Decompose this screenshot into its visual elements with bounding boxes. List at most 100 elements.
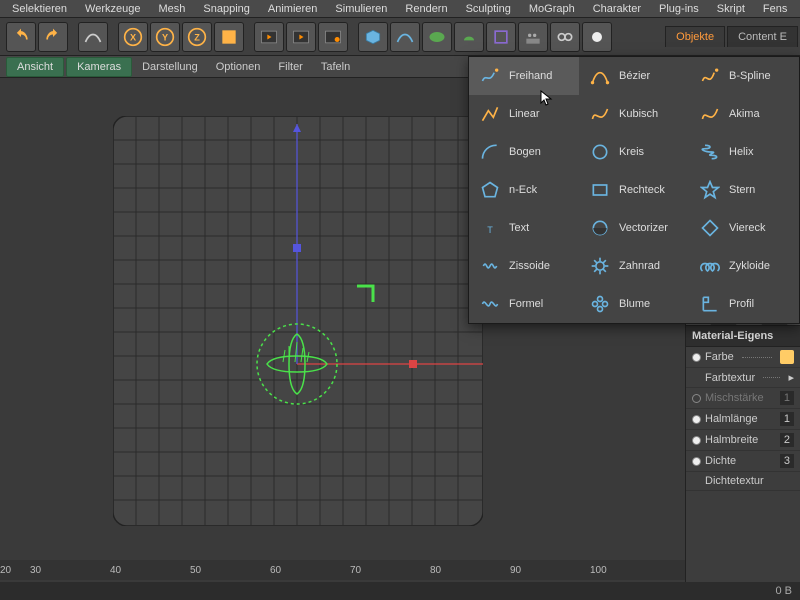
arc-icon: [479, 141, 501, 163]
spline-blume[interactable]: Blume: [579, 285, 689, 323]
spline-bspline[interactable]: B-Spline: [689, 57, 799, 95]
cissoid-icon: [479, 255, 501, 277]
akima-icon: [699, 103, 721, 125]
modeling-button[interactable]: [454, 22, 484, 52]
render-region-button[interactable]: [286, 22, 316, 52]
color-swatch-icon[interactable]: [780, 350, 794, 364]
svg-text:T: T: [487, 225, 493, 235]
svg-text:Z: Z: [194, 32, 200, 42]
prop-farbe[interactable]: Farbe: [686, 347, 800, 368]
menu-fenster[interactable]: Fens: [755, 1, 795, 17]
spline-vectorizer[interactable]: Vectorizer: [579, 209, 689, 247]
main-menu-bar: Selektieren Werkzeuge Mesh Snapping Anim…: [0, 0, 800, 18]
light-button[interactable]: [582, 22, 612, 52]
tab-content[interactable]: Content E: [727, 26, 798, 47]
prop-dichtetextur[interactable]: Dichtetextur: [686, 472, 800, 491]
cubic-icon: [589, 103, 611, 125]
menu-mesh[interactable]: Mesh: [150, 1, 193, 17]
spline-dropdown-button[interactable]: [390, 22, 420, 52]
svg-text:X: X: [130, 32, 137, 42]
svg-text:Y: Y: [162, 32, 168, 42]
spline-bogen[interactable]: Bogen: [469, 133, 579, 171]
vectorizer-icon: [589, 217, 611, 239]
spline-viereck[interactable]: Viereck: [689, 209, 799, 247]
formula-icon: [479, 293, 501, 315]
bezier-icon: [589, 65, 611, 87]
prop-farbtextur[interactable]: Farbtextur▸: [686, 368, 800, 388]
menu-mograph[interactable]: MoGraph: [521, 1, 583, 17]
spline-neck[interactable]: n-Eck: [469, 171, 579, 209]
axis-z-button[interactable]: Z: [182, 22, 212, 52]
spline-zykloide[interactable]: Zykloide: [689, 247, 799, 285]
spline-freihand[interactable]: Freihand: [469, 57, 579, 95]
deformer-button[interactable]: [486, 22, 516, 52]
spline-tool-button[interactable]: [78, 22, 108, 52]
spline-primitive-menu: Freihand Linear Bogen n-Eck TText Zissoi…: [468, 56, 800, 324]
menu-skript[interactable]: Skript: [709, 1, 753, 17]
helix-icon: [699, 141, 721, 163]
text-icon: T: [479, 217, 501, 239]
x-axis-handle: [409, 360, 417, 368]
undo-button[interactable]: [6, 22, 36, 52]
optionen-menu[interactable]: Optionen: [208, 58, 269, 76]
status-size: 0 B: [775, 585, 792, 597]
circle-icon: [589, 141, 611, 163]
spline-profil[interactable]: Profil: [689, 285, 799, 323]
spline-text[interactable]: TText: [469, 209, 579, 247]
menu-sculpting[interactable]: Sculpting: [458, 1, 519, 17]
menu-simulieren[interactable]: Simulieren: [327, 1, 395, 17]
spline-zissoide[interactable]: Zissoide: [469, 247, 579, 285]
spline-akima[interactable]: Akima: [689, 95, 799, 133]
redo-button[interactable]: [38, 22, 68, 52]
filter-menu[interactable]: Filter: [270, 58, 310, 76]
spline-bezier[interactable]: Bézier: [579, 57, 689, 95]
timeline-ruler[interactable]: 20 30 40 50 60 70 80 90 100: [0, 560, 685, 580]
tab-objekte[interactable]: Objekte: [665, 26, 725, 47]
menu-werkzeuge[interactable]: Werkzeuge: [77, 1, 148, 17]
prop-dichte[interactable]: Dichte3: [686, 451, 800, 472]
render-settings-button[interactable]: [318, 22, 348, 52]
material-properties-header: Material-Eigens: [686, 326, 800, 347]
spline-kreis[interactable]: Kreis: [579, 133, 689, 171]
environment-button[interactable]: [518, 22, 548, 52]
menu-snapping[interactable]: Snapping: [195, 1, 258, 17]
menu-selektieren[interactable]: Selektieren: [4, 1, 75, 17]
prop-halmbreite[interactable]: Halmbreite2: [686, 430, 800, 451]
camera-button[interactable]: [550, 22, 580, 52]
spline-kubisch[interactable]: Kubisch: [579, 95, 689, 133]
star-icon: [699, 179, 721, 201]
menu-animieren[interactable]: Animieren: [260, 1, 326, 17]
kameras-menu[interactable]: Kameras: [66, 57, 132, 77]
spline-formel[interactable]: Formel: [469, 285, 579, 323]
spline-stern[interactable]: Stern: [689, 171, 799, 209]
chevron-right-icon: ▸: [788, 371, 794, 384]
main-toolbar: X Y Z Objekte Content E: [0, 18, 800, 56]
prop-halmlaenge[interactable]: Halmlänge1: [686, 409, 800, 430]
darstellung-menu[interactable]: Darstellung: [134, 58, 206, 76]
4side-icon: [699, 217, 721, 239]
nurbs-button[interactable]: [422, 22, 452, 52]
tafeln-menu[interactable]: Tafeln: [313, 58, 358, 76]
menu-charakter[interactable]: Charakter: [585, 1, 649, 17]
spline-helix[interactable]: Helix: [689, 133, 799, 171]
prop-mischstaerke: Mischstärke1: [686, 388, 800, 409]
ansicht-menu[interactable]: Ansicht: [6, 57, 64, 77]
menu-rendern[interactable]: Rendern: [397, 1, 455, 17]
z-axis-handle: [293, 244, 301, 252]
spline-rechteck[interactable]: Rechteck: [579, 171, 689, 209]
coord-button[interactable]: [214, 22, 244, 52]
axis-x-button[interactable]: X: [118, 22, 148, 52]
rectangle-icon: [589, 179, 611, 201]
menu-plugins[interactable]: Plug-ins: [651, 1, 707, 17]
cycloid-icon: [699, 255, 721, 277]
freehand-icon: [479, 65, 501, 87]
viewport-grid: [113, 116, 483, 526]
render-preview-button[interactable]: [254, 22, 284, 52]
spline-linear[interactable]: Linear: [469, 95, 579, 133]
spline-zahnrad[interactable]: Zahnrad: [579, 247, 689, 285]
bspline-icon: [699, 65, 721, 87]
axis-y-button[interactable]: Y: [150, 22, 180, 52]
cube-primitive-button[interactable]: [358, 22, 388, 52]
nside-icon: [479, 179, 501, 201]
flower-icon: [589, 293, 611, 315]
